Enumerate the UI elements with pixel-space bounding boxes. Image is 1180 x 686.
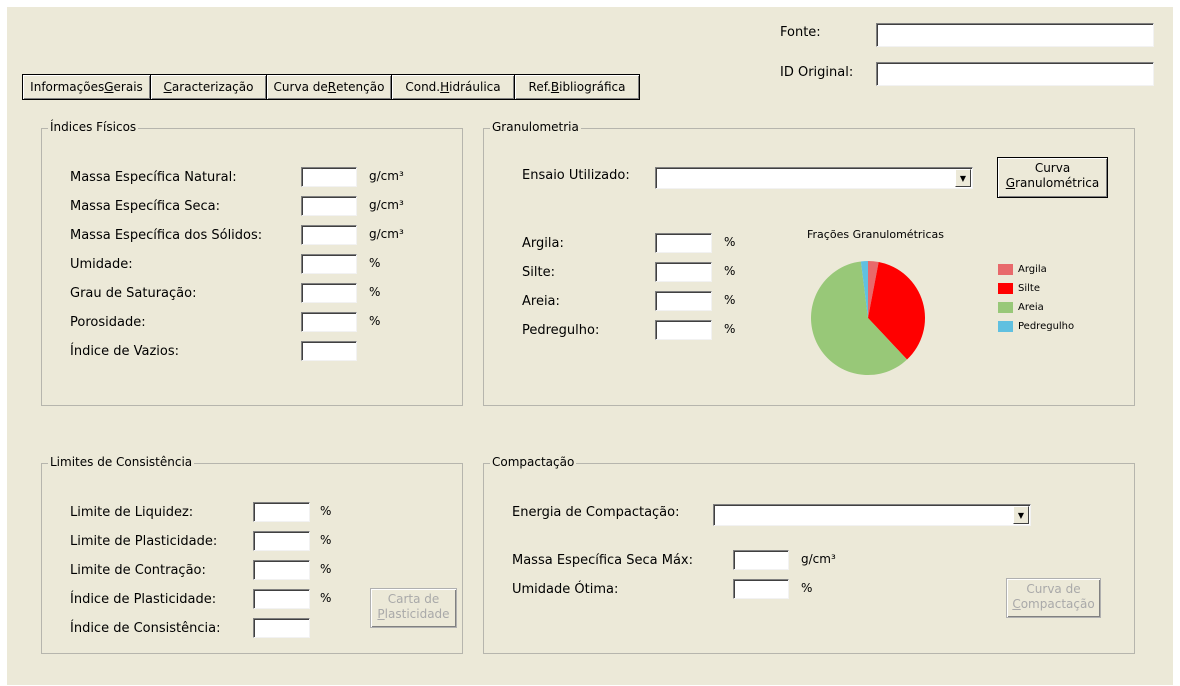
legend-label: Areia (1018, 302, 1044, 313)
limites-input-4[interactable] (253, 618, 310, 638)
indices-label-0: Massa Específica Natural: (70, 170, 237, 185)
curva-compactacao-button[interactable]: Curva de Compactação (1006, 578, 1101, 618)
legend-item-areia: Areia (998, 302, 1044, 313)
limites-input-0[interactable] (253, 502, 310, 522)
indices-fisicos-title: Índices Físicos (48, 120, 139, 134)
granulometria-unit-1: % (724, 264, 736, 278)
compactacao-input-0[interactable] (733, 550, 789, 570)
tab-2[interactable]: Caracterização (150, 74, 266, 100)
curva-compactacao-line1: Curva de (1026, 582, 1081, 596)
chevron-down-icon[interactable]: ▼ (955, 169, 971, 187)
legend-swatch (998, 302, 1013, 313)
indices-unit-3: % (369, 256, 381, 270)
limites-input-1[interactable] (253, 531, 310, 551)
legend-label: Silte (1018, 283, 1040, 294)
granulometria-unit-2: % (724, 293, 736, 307)
fonte-input[interactable] (876, 23, 1154, 47)
legend-item-argila: Argila (998, 264, 1047, 275)
indices-unit-2: g/cm³ (369, 227, 404, 241)
fonte-label: Fonte: (780, 25, 821, 40)
limites-unit-0: % (320, 504, 332, 518)
granulometria-title: Granulometria (490, 120, 581, 134)
granulometria-label-1: Silte: (522, 265, 555, 280)
carta-plasticidade-underline: P (377, 607, 385, 621)
granulometria-unit-0: % (724, 235, 736, 249)
limites-consistencia-title: Limites de Consistência (48, 455, 195, 469)
indices-unit-5: % (369, 314, 381, 328)
indices-label-2: Massa Específica dos Sólidos: (70, 228, 263, 243)
curva-granulometrica-button[interactable]: Curva Granulométrica (997, 157, 1108, 198)
limites-unit-1: % (320, 533, 332, 547)
compactacao-input-1[interactable] (733, 579, 789, 599)
indices-input-2[interactable] (301, 225, 357, 245)
granulometria-input-1[interactable] (655, 262, 712, 282)
indices-label-5: Porosidade: (70, 315, 146, 330)
granulometria-label-3: Pedregulho: (522, 323, 600, 338)
legend-swatch (998, 321, 1013, 332)
legend-swatch (998, 283, 1013, 294)
curva-granulometrica-underline: G (1005, 176, 1016, 190)
indices-input-0[interactable] (301, 167, 357, 187)
limites-label-4: Índice de Consistência: (70, 621, 221, 636)
curva-compactacao-line2: ompactação (1020, 597, 1095, 611)
indices-label-3: Umidade: (70, 257, 133, 272)
legend-label: Pedregulho (1018, 321, 1075, 332)
carta-plasticidade-button[interactable]: Carta de Plasticidade (370, 588, 457, 628)
curva-granulometrica-line2: ranulométrica (1015, 176, 1100, 190)
energia-compactacao-select[interactable]: ▼ (713, 504, 1031, 526)
compactacao-unit-1: % (801, 581, 813, 595)
id-original-label: ID Original: (780, 65, 854, 80)
limites-input-3[interactable] (253, 589, 310, 609)
granulometria-label-2: Areia: (522, 294, 560, 309)
limites-label-2: Limite de Contração: (70, 563, 206, 578)
tab-4[interactable]: Cond. Hidráulica (391, 74, 514, 100)
compactacao-title: Compactação (490, 455, 577, 469)
limites-label-3: Índice de Plasticidade: (70, 592, 217, 607)
energia-label: Energia de Compactação: (512, 505, 680, 520)
limites-unit-3: % (320, 591, 332, 605)
ensaio-utilizado-select[interactable]: ▼ (655, 167, 973, 189)
legend-item-silte: Silte (998, 283, 1040, 294)
chevron-down-icon[interactable]: ▼ (1013, 506, 1029, 524)
granulometria-unit-3: % (724, 322, 736, 336)
indices-unit-0: g/cm³ (369, 169, 404, 183)
indices-label-1: Massa Específica Seca: (70, 199, 221, 214)
granulometria-input-0[interactable] (655, 233, 712, 253)
carta-plasticidade-line2: lasticidade (384, 607, 450, 621)
ensaio-utilizado-label: Ensaio Utilizado: (522, 168, 630, 183)
compactacao-label-1: Umidade Ótima: (512, 582, 619, 597)
indices-input-4[interactable] (301, 283, 357, 303)
chart-title: Frações Granulométricas (807, 228, 944, 241)
granulometria-input-3[interactable] (655, 320, 712, 340)
id-original-input[interactable] (876, 62, 1154, 86)
carta-plasticidade-line1: Carta de (387, 592, 440, 606)
granulometria-label-0: Argila: (522, 236, 564, 251)
limites-unit-2: % (320, 562, 332, 576)
granulometria-input-2[interactable] (655, 291, 712, 311)
legend-item-pedregulho: Pedregulho (998, 321, 1074, 332)
indices-unit-4: % (369, 285, 381, 299)
limites-label-1: Limite de Plasticidade: (70, 534, 218, 549)
tab-3[interactable]: Curva de Retenção (266, 74, 391, 100)
limites-input-2[interactable] (253, 560, 310, 580)
curva-granulometrica-line1: Curva (1034, 161, 1071, 175)
tab-bar: Informações Gerais Caracterização Curva de… (22, 74, 640, 100)
indices-input-3[interactable] (301, 254, 357, 274)
indices-label-4: Grau de Saturação: (70, 286, 197, 301)
indices-label-6: Índice de Vazios: (70, 344, 179, 359)
indices-input-6[interactable] (301, 341, 357, 361)
indices-input-1[interactable] (301, 196, 357, 216)
fracoes-pie-chart (811, 261, 925, 375)
indices-unit-1: g/cm³ (369, 198, 404, 212)
compactacao-label-0: Massa Específica Seca Máx: (512, 553, 694, 568)
legend-swatch (998, 264, 1013, 275)
tab-1[interactable]: Informações Gerais (22, 74, 150, 100)
indices-input-5[interactable] (301, 312, 357, 332)
curva-compactacao-underline: C (1012, 597, 1021, 611)
compactacao-unit-0: g/cm³ (801, 552, 836, 566)
tab-5[interactable]: Ref. Bibliográfica (514, 74, 640, 100)
legend-label: Argila (1018, 264, 1047, 275)
limites-label-0: Limite de Liquidez: (70, 505, 194, 520)
